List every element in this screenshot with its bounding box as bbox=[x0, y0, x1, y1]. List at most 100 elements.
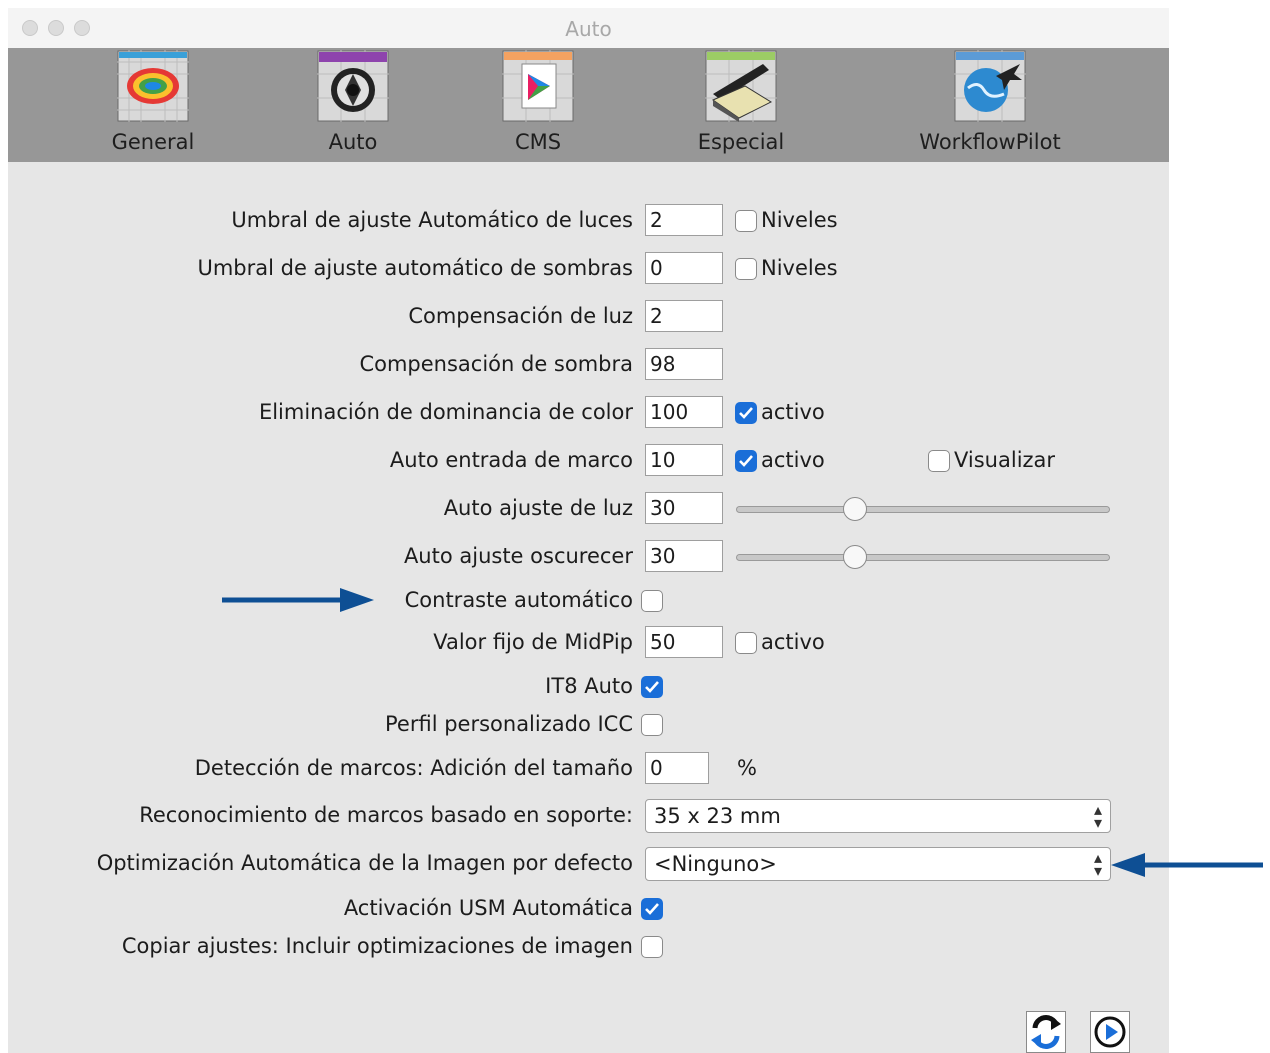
auto-light-adjust-label: Auto ajuste de luz bbox=[443, 496, 633, 520]
shadow-compensation-field[interactable]: 98 bbox=[645, 348, 723, 380]
checkmark-icon bbox=[739, 407, 753, 419]
auto-darken-adjust-row: Auto ajuste oscurecer 30 bbox=[8, 540, 1169, 576]
midpip-field[interactable]: 50 bbox=[645, 626, 723, 658]
color-cast-active-label: activo bbox=[761, 400, 825, 424]
it8-auto-checkbox[interactable] bbox=[641, 676, 663, 698]
auto-darken-slider[interactable] bbox=[736, 554, 1110, 561]
midpip-active-label: activo bbox=[761, 630, 825, 654]
checkmark-icon bbox=[645, 903, 659, 915]
light-compensation-row: Compensación de luz 2 bbox=[8, 300, 1169, 336]
refresh-button[interactable] bbox=[1026, 1011, 1066, 1053]
shadow-levels-checkbox[interactable] bbox=[735, 258, 757, 280]
highlight-levels-checkbox[interactable] bbox=[735, 210, 757, 232]
frame-detection-row: Detección de marcos: Adición del tamaño … bbox=[8, 752, 1169, 788]
refresh-icon bbox=[1031, 1015, 1061, 1049]
frame-recognition-select[interactable]: 35 x 23 mm ▴ ▾ bbox=[645, 799, 1111, 833]
frame-recognition-row: Reconocimiento de marcos basado en sopor… bbox=[8, 799, 1169, 835]
auto-optimization-select[interactable]: <Ninguno> ▴ ▾ bbox=[645, 847, 1111, 881]
highlight-threshold-row: Umbral de ajuste Automático de luces 2 N… bbox=[8, 204, 1169, 240]
preferences-window: Auto General Auto CMS Especial WorkflowP… bbox=[8, 8, 1169, 1053]
window-title: Auto bbox=[565, 17, 612, 41]
tab-auto-label: Auto bbox=[328, 130, 378, 154]
general-panel-icon bbox=[117, 50, 189, 122]
tab-cms[interactable]: CMS bbox=[483, 48, 593, 162]
auto-darken-adjust-field[interactable]: 30 bbox=[645, 540, 723, 572]
play-button[interactable] bbox=[1090, 1011, 1130, 1053]
icc-profile-row: Perfil personalizado ICC bbox=[8, 708, 1169, 744]
visualize-checkbox[interactable] bbox=[928, 450, 950, 472]
icc-profile-label: Perfil personalizado ICC bbox=[385, 712, 633, 736]
shadow-compensation-label: Compensación de sombra bbox=[359, 352, 633, 376]
tab-especial[interactable]: Especial bbox=[686, 48, 796, 162]
auto-contrast-row: Contraste automático bbox=[8, 584, 1169, 620]
auto-light-slider-knob[interactable] bbox=[843, 497, 867, 521]
light-compensation-field[interactable]: 2 bbox=[645, 300, 723, 332]
scanner-icon bbox=[705, 50, 777, 122]
annotation-arrow-left bbox=[1111, 853, 1263, 877]
auto-light-adjust-field[interactable]: 30 bbox=[645, 492, 723, 524]
auto-frame-inset-row: Auto entrada de marco 10 activo Visualiz… bbox=[8, 444, 1169, 480]
frame-detection-unit: % bbox=[737, 756, 757, 780]
auto-frame-inset-field[interactable]: 10 bbox=[645, 444, 723, 476]
light-compensation-label: Compensación de luz bbox=[408, 304, 633, 328]
frame-recognition-value: 35 x 23 mm bbox=[654, 804, 781, 828]
color-cast-removal-row: Eliminación de dominancia de color 100 a… bbox=[8, 396, 1169, 432]
midpip-row: Valor fijo de MidPip 50 activo bbox=[8, 626, 1169, 662]
auto-contrast-label: Contraste automático bbox=[404, 588, 633, 612]
auto-light-adjust-row: Auto ajuste de luz 30 bbox=[8, 492, 1169, 528]
title-bar: Auto bbox=[8, 8, 1169, 48]
checkmark-icon bbox=[645, 681, 659, 693]
shadow-threshold-label: Umbral de ajuste automático de sombras bbox=[197, 256, 633, 280]
frame-recognition-label: Reconocimiento de marcos basado en sopor… bbox=[139, 803, 633, 827]
frame-inset-active-label: activo bbox=[761, 448, 825, 472]
auto-aperture-icon bbox=[317, 50, 389, 122]
color-cast-removal-field[interactable]: 100 bbox=[645, 396, 723, 428]
updown-chevron-icon: ▴ ▾ bbox=[1093, 848, 1102, 880]
auto-optimization-label: Optimización Automática de la Imagen por… bbox=[96, 851, 633, 875]
annotation-arrow-right bbox=[222, 588, 374, 612]
it8-auto-row: IT8 Auto bbox=[8, 670, 1169, 706]
copy-settings-row: Copiar ajustes: Incluir optimizaciones d… bbox=[8, 930, 1169, 966]
auto-darken-adjust-label: Auto ajuste oscurecer bbox=[403, 544, 633, 568]
color-cast-removal-label: Eliminación de dominancia de color bbox=[258, 400, 633, 424]
shadow-compensation-row: Compensación de sombra 98 bbox=[8, 348, 1169, 384]
tab-general[interactable]: General bbox=[98, 48, 208, 162]
color-cast-active-checkbox[interactable] bbox=[735, 402, 757, 424]
highlight-levels-label: Niveles bbox=[761, 208, 838, 232]
auto-optimization-value: <Ninguno> bbox=[654, 852, 777, 876]
auto-darken-slider-knob[interactable] bbox=[843, 545, 867, 569]
copy-settings-label: Copiar ajustes: Incluir optimizaciones d… bbox=[121, 934, 633, 958]
tab-general-label: General bbox=[111, 130, 195, 154]
shadow-threshold-field[interactable]: 0 bbox=[645, 252, 723, 284]
tab-especial-label: Especial bbox=[697, 130, 785, 154]
cms-color-icon bbox=[502, 50, 574, 122]
tab-auto[interactable]: Auto bbox=[298, 48, 408, 162]
checkmark-icon bbox=[739, 455, 753, 467]
midpip-active-checkbox[interactable] bbox=[735, 632, 757, 654]
frame-detection-label: Detección de marcos: Adición del tamaño bbox=[194, 756, 633, 780]
visualize-label: Visualizar bbox=[954, 448, 1056, 472]
preferences-toolbar: General Auto CMS Especial WorkflowPilot bbox=[8, 48, 1169, 162]
copy-settings-checkbox[interactable] bbox=[641, 936, 663, 958]
shadow-threshold-row: Umbral de ajuste automático de sombras 0… bbox=[8, 252, 1169, 288]
auto-light-slider[interactable] bbox=[736, 506, 1110, 513]
usm-activation-label: Activación USM Automática bbox=[343, 896, 633, 920]
shadow-levels-label: Niveles bbox=[761, 256, 838, 280]
updown-chevron-icon: ▴ ▾ bbox=[1093, 800, 1102, 832]
icc-profile-checkbox[interactable] bbox=[641, 714, 663, 736]
usm-activation-row: Activación USM Automática bbox=[8, 892, 1169, 928]
tab-workflowpilot[interactable]: WorkflowPilot bbox=[910, 48, 1070, 162]
frame-detection-field[interactable]: 0 bbox=[645, 752, 709, 784]
tab-workflowpilot-label: WorkflowPilot bbox=[919, 130, 1061, 154]
tab-cms-label: CMS bbox=[514, 130, 562, 154]
frame-inset-active-checkbox[interactable] bbox=[735, 450, 757, 472]
auto-optimization-row: Optimización Automática de la Imagen por… bbox=[8, 847, 1169, 883]
play-icon bbox=[1094, 1016, 1126, 1048]
usm-activation-checkbox[interactable] bbox=[641, 898, 663, 920]
midpip-label: Valor fijo de MidPip bbox=[433, 630, 633, 654]
auto-contrast-checkbox[interactable] bbox=[641, 590, 663, 612]
it8-auto-label: IT8 Auto bbox=[545, 674, 633, 698]
workflowpilot-plane-icon bbox=[954, 50, 1026, 122]
highlight-threshold-field[interactable]: 2 bbox=[645, 204, 723, 236]
highlight-threshold-label: Umbral de ajuste Automático de luces bbox=[231, 208, 633, 232]
